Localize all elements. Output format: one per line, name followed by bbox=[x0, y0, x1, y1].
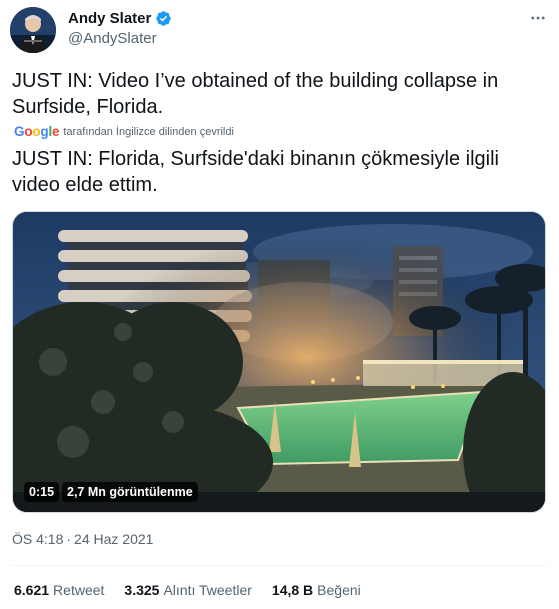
video-thumbnail bbox=[13, 212, 545, 512]
stat-label: Beğeni bbox=[317, 582, 361, 598]
video-views: 2,7 Mn görüntülenme bbox=[62, 482, 198, 502]
tweet: Andy Slater @AndySlater JUST IN: Video I… bbox=[0, 0, 559, 609]
divider bbox=[12, 565, 547, 566]
tweet-text: JUST IN: Video I’ve obtained of the buil… bbox=[12, 70, 499, 118]
stat-value: 14,8 B bbox=[271, 582, 314, 598]
stat-label: Retweet bbox=[53, 582, 105, 598]
timestamp-date: 24 Haz 2021 bbox=[74, 531, 154, 547]
retweet-count[interactable]: 6.621 Retweet bbox=[14, 582, 104, 598]
video-player[interactable]: 0:15 2,7 Mn görüntülenme bbox=[12, 211, 546, 513]
stat-value: 3.325 bbox=[124, 582, 160, 598]
stat-label: Alıntı Tweetler bbox=[163, 582, 252, 598]
timestamp-time: ÖS 4:18 bbox=[12, 531, 64, 547]
author-handle[interactable]: @AndySlater bbox=[68, 30, 157, 47]
author-name[interactable]: Andy Slater bbox=[68, 10, 151, 27]
stat-value: 6.621 bbox=[14, 582, 50, 598]
avatar-image bbox=[10, 7, 56, 53]
author-name-row[interactable]: Andy Slater bbox=[68, 10, 172, 27]
engagement-stats: 6.621 Retweet 3.325 Alıntı Tweetler 14,8… bbox=[14, 582, 381, 598]
timestamp-separator: · bbox=[66, 531, 72, 547]
avatar[interactable] bbox=[10, 7, 56, 53]
like-count[interactable]: 14,8 B Beğeni bbox=[272, 582, 361, 598]
tweet-timestamp[interactable]: ÖS 4:18 · 24 Haz 2021 bbox=[12, 531, 153, 547]
translated-tweet-text: JUST IN: Florida, Surfside'daki binanın … bbox=[12, 148, 499, 196]
more-button[interactable] bbox=[528, 8, 548, 28]
translation-attribution[interactable]: Google tarafından İngilizce dilinden çev… bbox=[14, 124, 234, 139]
video-duration: 0:15 bbox=[24, 482, 60, 502]
verified-badge-icon bbox=[155, 10, 172, 27]
google-logo: Google bbox=[14, 124, 60, 139]
quote-tweet-count[interactable]: 3.325 Alıntı Tweetler bbox=[124, 582, 252, 598]
translation-attribution-label: tarafından İngilizce dilinden çevrildi bbox=[63, 125, 234, 138]
more-dots-icon bbox=[531, 16, 545, 20]
